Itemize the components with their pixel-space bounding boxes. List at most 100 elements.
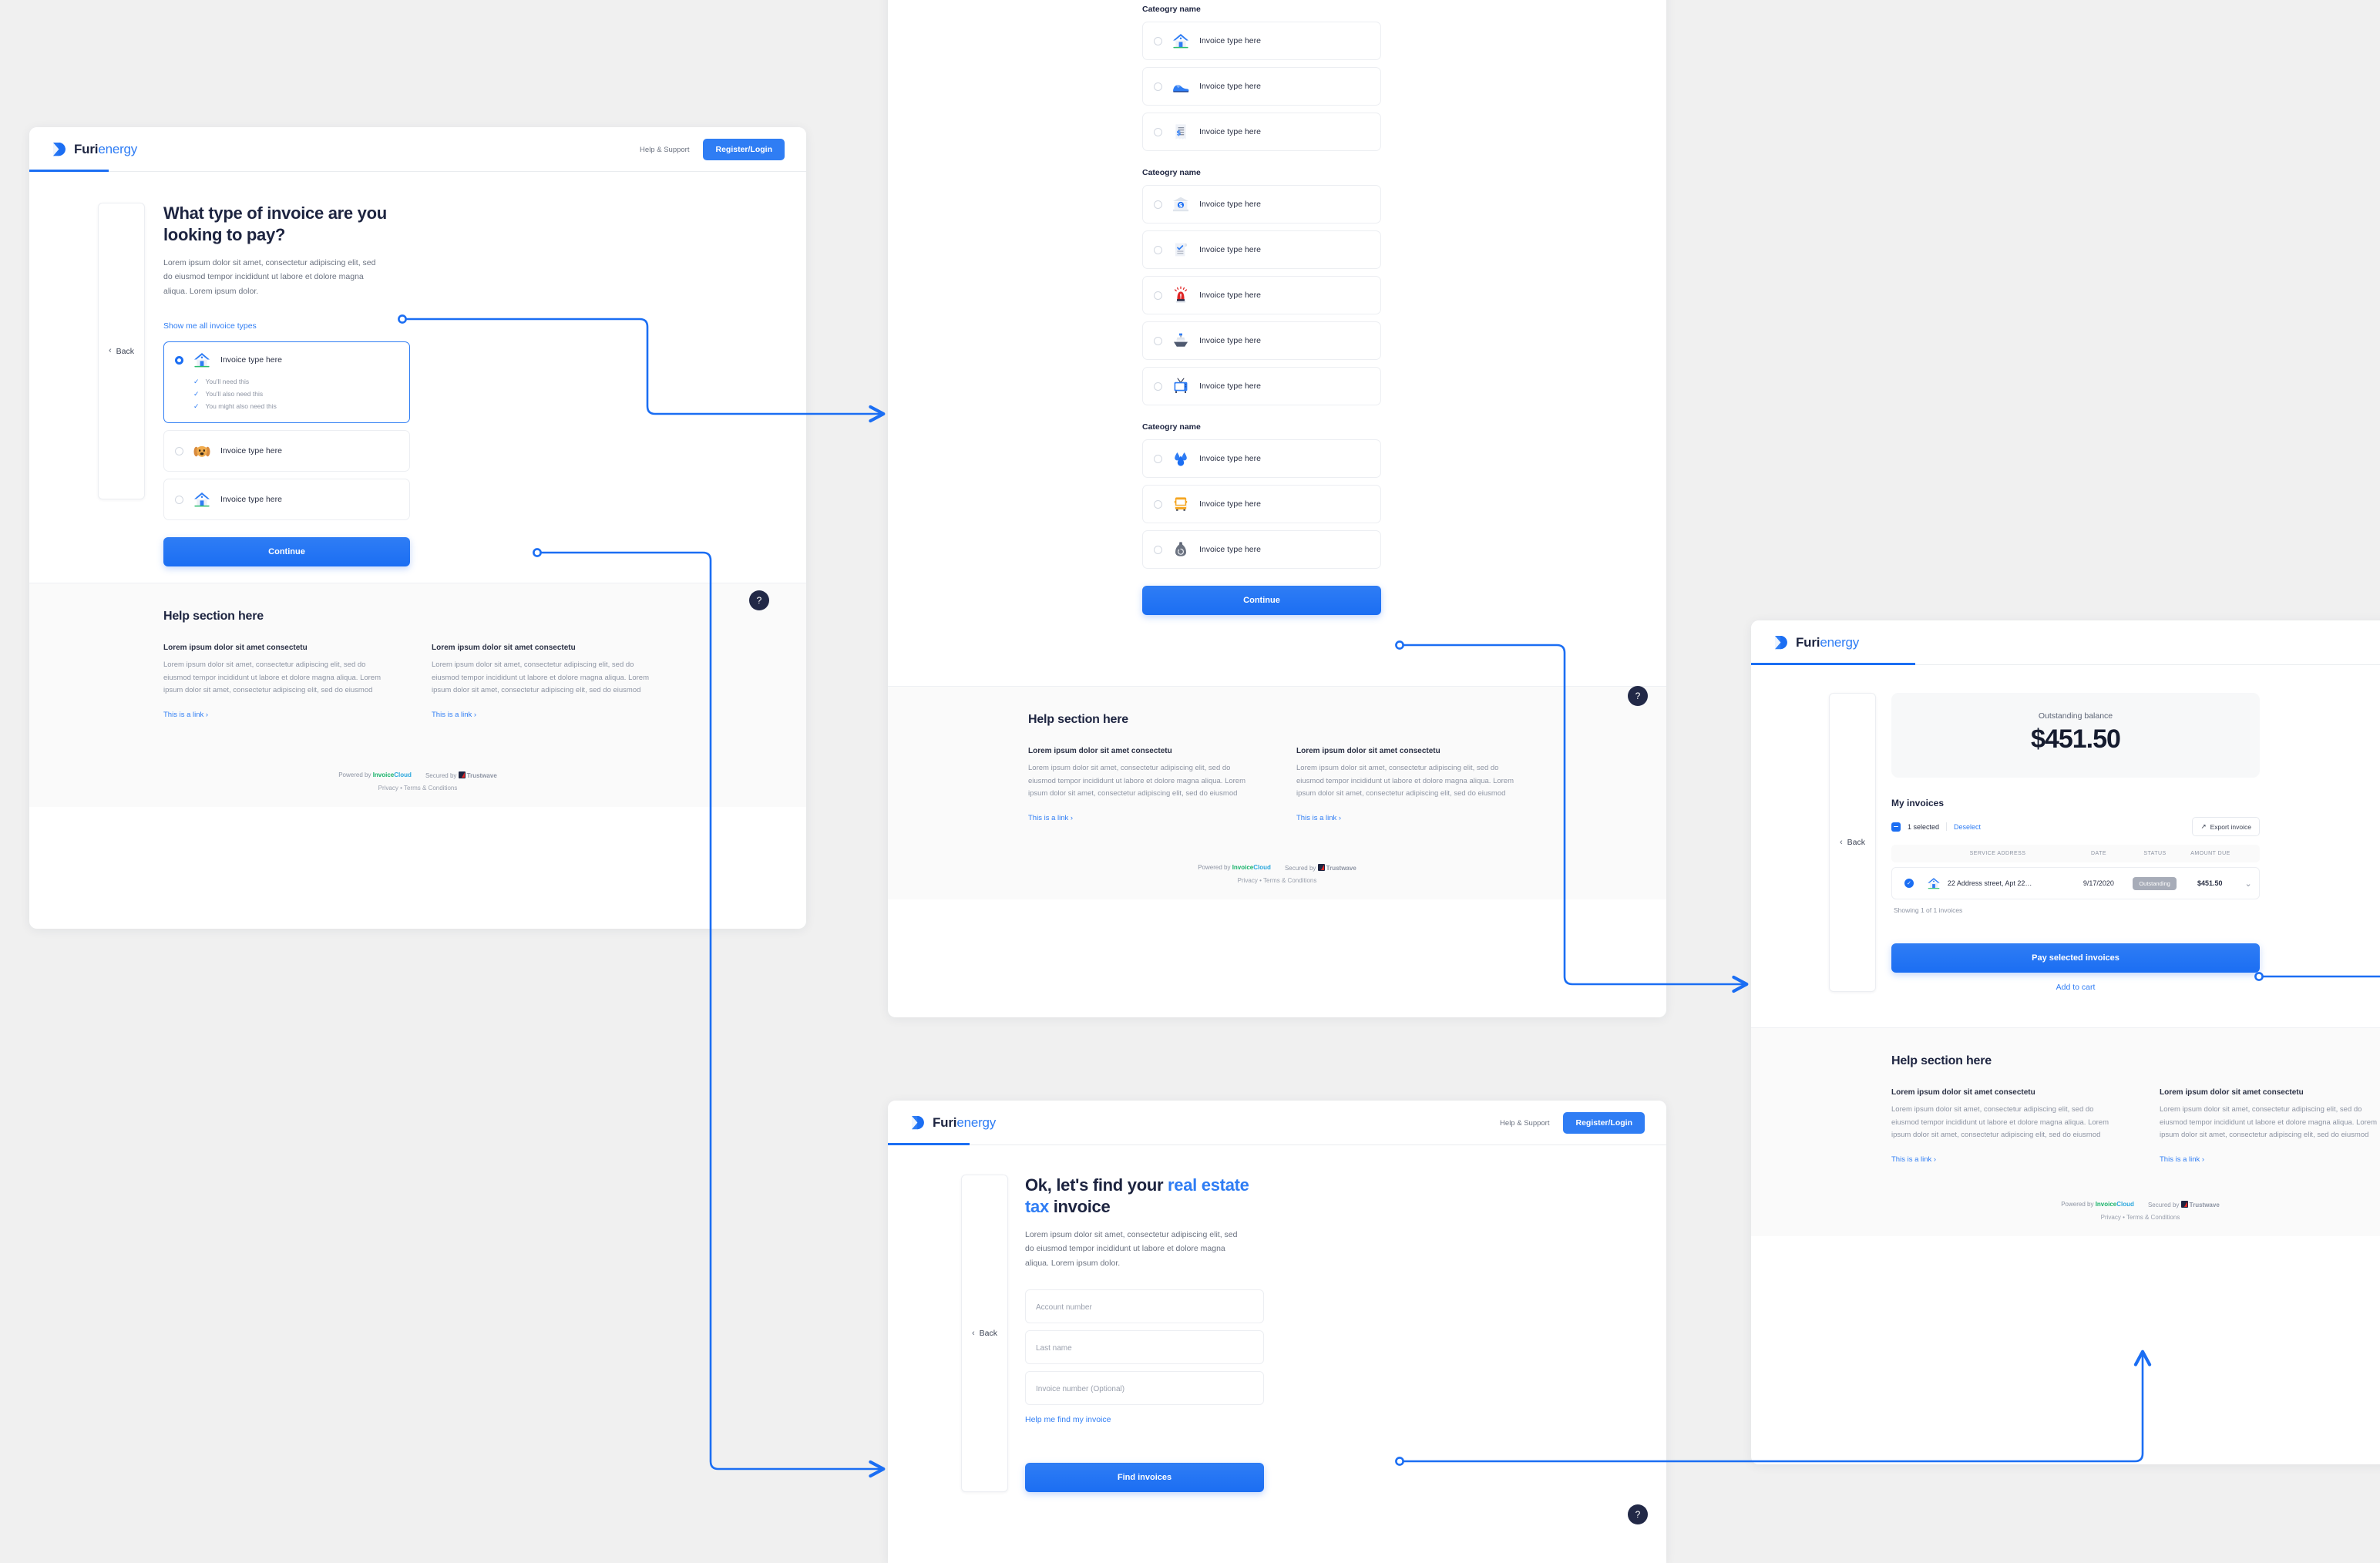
page-title: Ok, let's find your real estate tax invo… — [1025, 1175, 1264, 1217]
help-support-link[interactable]: Help & Support — [1500, 1119, 1549, 1128]
radio-icon[interactable] — [1154, 454, 1162, 463]
back-button-label: Back — [116, 346, 134, 356]
radio-icon[interactable] — [1154, 82, 1162, 91]
footer-powered-by: Powered by InvoiceCloud — [2061, 1201, 2134, 1208]
radio-icon[interactable] — [1154, 499, 1162, 509]
radio-icon[interactable] — [1154, 245, 1162, 254]
invoice-type-option[interactable]: Invoice type here — [163, 479, 410, 521]
invoice-type-option[interactable]: Invoice type here — [1142, 22, 1381, 60]
app-header: Furienergy Help & Support — [1751, 620, 2380, 665]
brand-name: Furienergy — [1796, 635, 1859, 650]
register-login-button[interactable]: Register/Login — [1563, 1111, 1645, 1134]
chevron-down-icon[interactable]: ⌄ — [2237, 879, 2259, 889]
continue-button[interactable]: Continue — [1142, 586, 1381, 615]
back-button[interactable]: ‹ Back — [97, 203, 145, 499]
help-find-invoice-link[interactable]: Help me find my invoice — [1025, 1415, 1111, 1424]
invoice-type-label: Invoice type here — [1199, 36, 1261, 45]
house-icon — [192, 489, 212, 509]
account-number-field[interactable]: Account number — [1025, 1289, 1264, 1324]
invoice-type-option[interactable]: Invoice type here — [163, 430, 410, 472]
export-invoice-button[interactable]: ↗ Export invoice — [2192, 817, 2260, 836]
help-card-link[interactable]: This is a link › — [1296, 814, 1341, 822]
receipt-icon: $ — [1171, 122, 1191, 142]
radio-icon[interactable] — [175, 446, 183, 455]
radio-icon[interactable] — [175, 355, 183, 365]
pay-selected-invoices-button[interactable]: Pay selected invoices — [1891, 943, 2260, 973]
help-card-link[interactable]: This is a link › — [1028, 814, 1073, 822]
invoice-type-option[interactable]: Invoice type here — [1142, 485, 1381, 523]
help-card-link[interactable]: This is a link › — [432, 711, 476, 719]
invoice-type-option[interactable]: Invoice type here — [1142, 321, 1381, 360]
row-checkbox[interactable]: ✓ — [1904, 879, 1914, 888]
screen-invoice-list: Furienergy Help & Support ‹ Back Outstan… — [1751, 620, 2380, 1464]
help-section: Help section here Lorem ipsum dolor sit … — [29, 583, 806, 807]
radio-icon[interactable] — [1154, 291, 1162, 300]
help-support-link[interactable]: Help & Support — [640, 146, 689, 154]
select-all-checkbox[interactable] — [1891, 822, 1901, 832]
brand-logo[interactable]: Furienergy — [909, 1114, 996, 1131]
help-card: Lorem ipsum dolor sit amet consectetu Lo… — [1028, 747, 1259, 824]
invoice-type-label: Invoice type here — [1199, 336, 1261, 345]
invoice-type-option[interactable]: $ Invoice type here — [1142, 113, 1381, 151]
terms-link[interactable]: Terms & Conditions — [1263, 877, 1316, 884]
help-card: Lorem ipsum dolor sit amet consectetu Lo… — [1891, 1088, 2123, 1165]
help-card-title: Lorem ipsum dolor sit amet consectetu — [2160, 1088, 2304, 1097]
terms-link[interactable]: Terms & Conditions — [404, 785, 457, 792]
back-button[interactable]: ‹ Back — [1828, 693, 1876, 992]
invoicecloud-logo: Invoice — [1232, 864, 1254, 872]
help-card: Lorem ipsum dolor sit amet consectetu Lo… — [2160, 1088, 2380, 1165]
radio-icon[interactable] — [1154, 127, 1162, 136]
invoice-type-option[interactable]: Invoice type here — [1142, 230, 1381, 269]
show-all-invoice-types-link[interactable]: Show me all invoice types — [163, 321, 257, 331]
water-drops-icon — [1171, 449, 1191, 469]
help-card-body: Lorem ipsum dolor sit amet, consectetur … — [432, 660, 649, 695]
dog-icon — [192, 441, 212, 461]
back-button[interactable]: ‹ Back — [960, 1175, 1008, 1493]
register-login-button[interactable]: Register/Login — [703, 138, 785, 161]
invoice-type-option[interactable]: Invoice type here ✓ You'll need this ✓ Y… — [163, 341, 410, 424]
invoice-type-option[interactable]: Invoice type here — [1142, 367, 1381, 405]
help-card-link[interactable]: This is a link › — [163, 711, 208, 719]
help-card-body: Lorem ipsum dolor sit amet, consectetur … — [163, 660, 381, 695]
radio-icon[interactable] — [1154, 200, 1162, 209]
invoice-type-label: Invoice type here — [1199, 499, 1261, 509]
footer-links: Privacy • Terms & Conditions — [378, 784, 458, 792]
help-bubble-button[interactable]: ? — [1628, 686, 1648, 706]
privacy-link[interactable]: Privacy — [2101, 1214, 2121, 1221]
privacy-link[interactable]: Privacy — [1238, 877, 1258, 884]
app-header: Furienergy Help & Support Register/Login — [29, 127, 806, 172]
invoice-type-option[interactable]: Invoice type here — [1142, 530, 1381, 569]
help-card-link[interactable]: This is a link › — [1891, 1155, 1936, 1164]
feature-item: ✓ You'll need this — [193, 378, 398, 385]
house-icon — [192, 350, 212, 370]
help-card-title: Lorem ipsum dolor sit amet consectetu — [432, 644, 576, 652]
help-card: Lorem ipsum dolor sit amet consectetu Lo… — [163, 644, 395, 721]
invoice-number-field[interactable]: Invoice number (Optional) — [1025, 1371, 1264, 1406]
radio-icon[interactable] — [175, 495, 183, 504]
radio-icon[interactable] — [1154, 382, 1162, 391]
document-check-icon — [1171, 240, 1191, 260]
help-card-link[interactable]: This is a link › — [2160, 1155, 2204, 1164]
terms-link[interactable]: Terms & Conditions — [2126, 1214, 2180, 1221]
add-to-cart-link[interactable]: Add to cart — [1891, 983, 2260, 992]
trash-bag-icon — [1171, 539, 1191, 560]
radio-icon[interactable] — [1154, 36, 1162, 45]
radio-icon[interactable] — [1154, 336, 1162, 345]
brand-logo[interactable]: Furienergy — [1773, 634, 1859, 651]
privacy-link[interactable]: Privacy — [378, 785, 398, 792]
invoice-type-option[interactable]: Invoice type here — [1142, 276, 1381, 314]
radio-icon[interactable] — [1154, 545, 1162, 554]
deselect-link[interactable]: Deselect — [1954, 823, 1981, 831]
find-invoices-button[interactable]: Find invoices — [1025, 1463, 1264, 1493]
invoice-type-option[interactable]: Invoice type here — [1142, 439, 1381, 478]
table-row[interactable]: ✓ 22 Address street, Apt 22… 9/17/2020 O… — [1891, 867, 2260, 899]
help-bubble-button[interactable]: ? — [749, 590, 769, 610]
invoice-type-option[interactable]: $ Invoice type here — [1142, 185, 1381, 224]
export-arrow-icon: ↗ — [2200, 822, 2207, 830]
brand-logo[interactable]: Furienergy — [51, 141, 137, 158]
invoice-type-option[interactable]: Invoice type here — [1142, 67, 1381, 106]
last-name-field[interactable]: Last name — [1025, 1330, 1264, 1365]
help-bubble-button[interactable]: ? — [1628, 1504, 1648, 1524]
continue-button[interactable]: Continue — [163, 537, 410, 567]
invoice-type-label: Invoice type here — [1199, 291, 1261, 300]
